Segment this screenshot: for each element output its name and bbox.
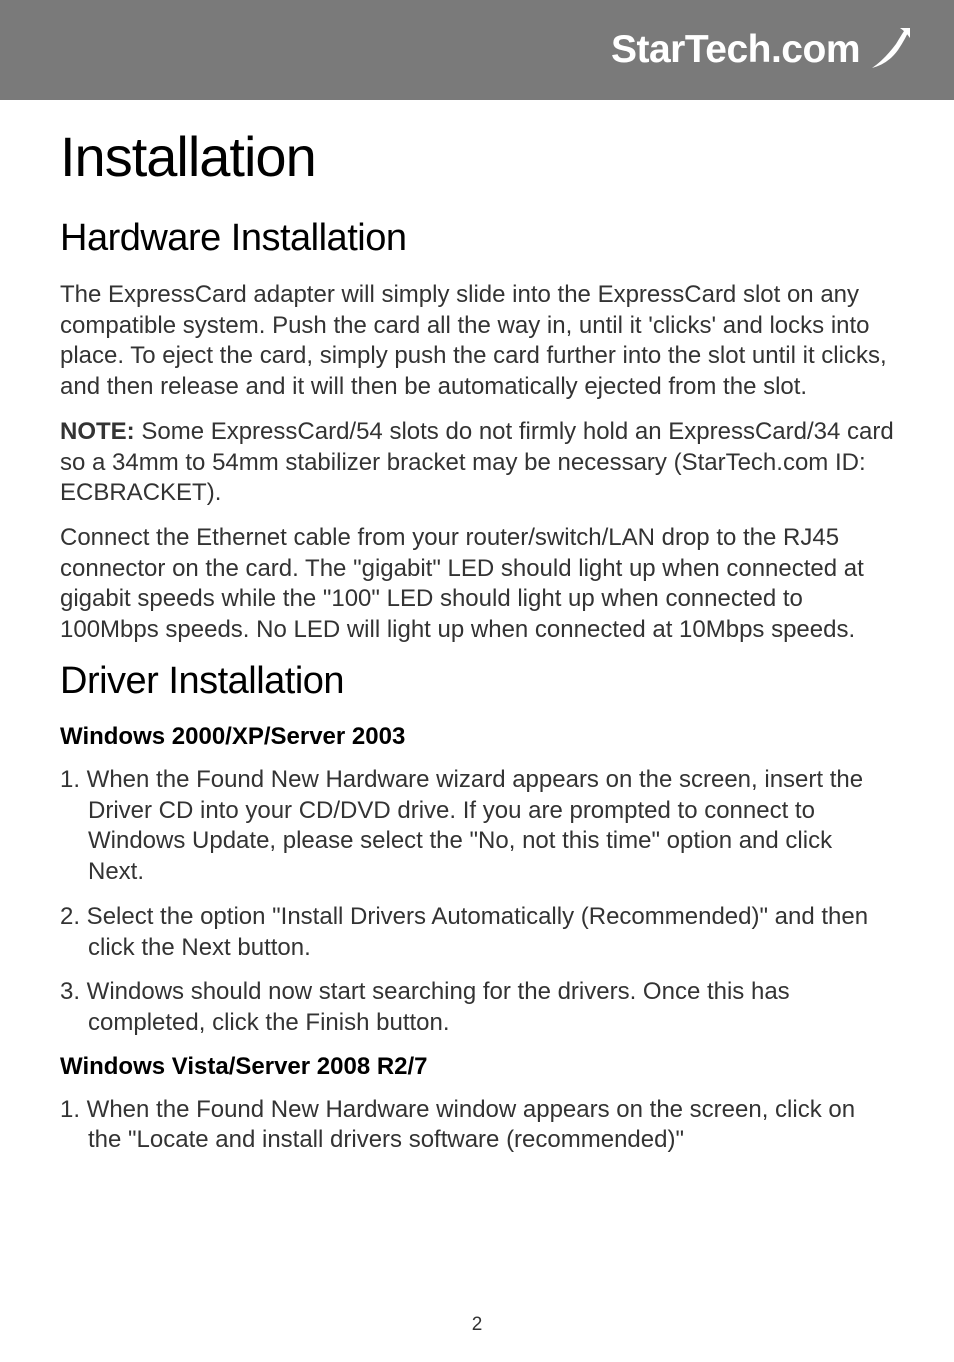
swoosh-icon [866, 24, 914, 77]
note-body: Some ExpressCard/54 slots do not firmly … [60, 418, 894, 506]
page-content: Installation Hardware Installation The E… [0, 100, 954, 1156]
section-heading-hardware: Hardware Installation [60, 217, 894, 260]
list-item: 1. When the Found New Hardware wizard ap… [60, 765, 894, 888]
subheading-windows-2000: Windows 2000/XP/Server 2003 [60, 723, 894, 751]
paragraph-hardware-intro: The ExpressCard adapter will simply slid… [60, 280, 894, 403]
subheading-windows-vista: Windows Vista/Server 2008 R2/7 [60, 1053, 894, 1081]
section-heading-driver: Driver Installation [60, 660, 894, 703]
list-item: 2. Select the option "Install Drivers Au… [60, 902, 894, 963]
list-item: 3. Windows should now start searching fo… [60, 977, 894, 1038]
paragraph-note: NOTE: Some ExpressCard/54 slots do not f… [60, 417, 894, 509]
page-number: 2 [0, 1314, 954, 1336]
list-item: 1. When the Found New Hardware window ap… [60, 1095, 894, 1156]
header-band: StarTech.com [0, 0, 954, 100]
brand-logo: StarTech.com [611, 24, 914, 77]
paragraph-ethernet: Connect the Ethernet cable from your rou… [60, 523, 894, 646]
logo-text: StarTech.com [611, 28, 860, 72]
page-title: Installation [60, 124, 894, 189]
note-label: NOTE: [60, 418, 135, 445]
